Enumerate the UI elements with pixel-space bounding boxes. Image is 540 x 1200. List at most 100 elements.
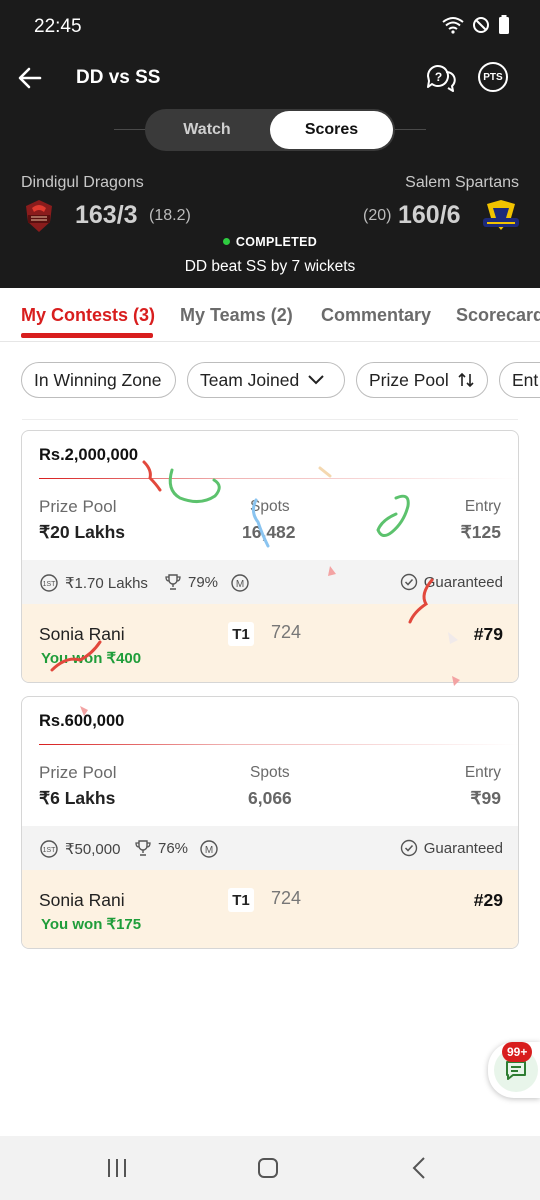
home-icon[interactable] xyxy=(256,1156,280,1180)
spots-label: Spots xyxy=(250,764,290,781)
system-nav-bar xyxy=(0,1136,540,1200)
team-left-score: 163/3 xyxy=(75,201,138,229)
chevron-down-icon xyxy=(308,375,324,385)
salem-spartans-logo xyxy=(483,200,519,230)
user-rank: #79 xyxy=(473,624,503,644)
recent-apps-icon[interactable] xyxy=(105,1156,129,1180)
section-divider xyxy=(22,419,518,420)
team-left-overs: (18.2) xyxy=(149,207,191,224)
back-arrow-icon[interactable] xyxy=(14,62,46,94)
user-name: Sonia Rani xyxy=(39,624,125,644)
filter-label: Prize Pool xyxy=(369,369,449,390)
check-circle-icon xyxy=(400,573,417,591)
team-right-score: 160/6 xyxy=(398,201,461,229)
check-circle-icon xyxy=(400,839,417,857)
status-time: 22:45 xyxy=(34,16,82,37)
svg-text:1ST: 1ST xyxy=(43,847,57,854)
filter-team-joined[interactable]: Team Joined xyxy=(187,362,345,398)
wifi-icon xyxy=(442,17,464,34)
status-icons xyxy=(442,15,510,35)
guaranteed-label: Guaranteed xyxy=(423,573,503,591)
user-winnings: You won ₹400 xyxy=(41,650,142,667)
contest-title: Rs.600,000 xyxy=(39,712,125,730)
battery-icon xyxy=(499,15,509,34)
match-status: COMPLETED xyxy=(0,235,540,249)
team-right-overs: (20) xyxy=(363,207,392,224)
filter-label: In Winning Zone xyxy=(34,369,162,390)
contest-title: Rs.2,000,000 xyxy=(39,446,139,464)
user-entry-row[interactable]: Sonia Rani You won ₹175 T1 724 #29 xyxy=(22,870,518,948)
svg-text:?: ? xyxy=(435,70,442,84)
user-points: 724 xyxy=(271,622,302,642)
prize-pool-label: Prize Pool xyxy=(39,763,117,782)
filter-label: Team Joined xyxy=(200,369,300,390)
first-prize-value: ₹50,000 xyxy=(65,841,121,858)
spots-label: Spots xyxy=(250,498,290,515)
team-badge: T1 xyxy=(228,622,254,646)
first-place-icon: 1ST xyxy=(40,840,58,858)
active-tab-indicator xyxy=(21,333,153,338)
contest-info-strip: 1ST ₹1.70 Lakhs 79% M Guaranteed xyxy=(22,560,518,604)
user-winnings: You won ₹175 xyxy=(41,916,142,933)
status-bar: 22:45 xyxy=(0,0,540,52)
guaranteed-badge: Guaranteed xyxy=(400,573,503,591)
do-not-disturb-icon xyxy=(473,17,489,33)
entry-label: Entry xyxy=(464,498,501,515)
first-prize: 1ST ₹50,000 xyxy=(39,839,120,859)
multi-entry-icon: M xyxy=(231,574,249,592)
match-status-text: COMPLETED xyxy=(235,235,318,249)
sort-arrows-icon xyxy=(458,372,474,388)
entry-value: ₹99 xyxy=(470,788,501,808)
win-percentage-value: 79% xyxy=(188,573,219,591)
contest-card[interactable]: Rs.600,000 Prize Pool ₹6 Lakhs Spots 6,0… xyxy=(21,696,519,949)
svg-text:1ST: 1ST xyxy=(43,581,57,588)
first-prize: 1ST ₹1.70 Lakhs xyxy=(39,573,148,593)
contest-card[interactable]: Rs.2,000,000 Prize Pool ₹20 Lakhs Spots … xyxy=(21,430,519,683)
trophy-icon xyxy=(165,574,181,590)
help-chat-icon[interactable]: ? xyxy=(424,62,456,94)
spots-value: 6,066 xyxy=(248,788,292,808)
filter-in-winning-zone[interactable]: In Winning Zone xyxy=(21,362,176,398)
user-rank: #29 xyxy=(473,890,503,910)
filter-entry[interactable]: Ent xyxy=(499,362,540,398)
win-percentage: 79% xyxy=(164,573,218,591)
team-left-name: Dindigul Dragons xyxy=(21,174,144,191)
dindigul-dragons-logo xyxy=(26,200,52,232)
title-underline xyxy=(39,744,518,745)
multi-entry-letter: M xyxy=(205,845,213,856)
chat-unread-badge: 99+ xyxy=(502,1042,533,1062)
points-table-button[interactable]: PTS xyxy=(478,62,508,92)
entry-value: ₹125 xyxy=(460,522,501,542)
win-percentage-value: 76% xyxy=(158,839,189,857)
tab-scorecard[interactable]: Scorecard xyxy=(456,305,540,326)
match-result: DD beat SS by 7 wickets xyxy=(184,258,356,275)
user-entry-row[interactable]: Sonia Rani You won ₹400 T1 724 #79 xyxy=(22,604,518,682)
watch-toggle-option[interactable]: Watch xyxy=(145,109,269,151)
trophy-icon xyxy=(135,840,151,856)
tab-commentary[interactable]: Commentary xyxy=(321,305,431,326)
guaranteed-label: Guaranteed xyxy=(423,839,503,857)
prize-pool-value: ₹20 Lakhs xyxy=(39,522,126,542)
watch-scores-toggle: Watch Scores xyxy=(145,109,395,151)
multi-entry-letter: M xyxy=(236,579,244,590)
guaranteed-badge: Guaranteed xyxy=(400,839,503,857)
first-prize-value: ₹1.70 Lakhs xyxy=(65,575,148,592)
match-title: DD vs SS xyxy=(76,67,161,88)
user-name: Sonia Rani xyxy=(39,890,125,910)
title-underline xyxy=(39,478,518,479)
scores-toggle-option[interactable]: Scores xyxy=(270,111,393,149)
nav-row: DD vs SS ? PTS xyxy=(0,58,540,98)
filter-label: Ent xyxy=(512,369,539,390)
tab-my-contests[interactable]: My Contests (3) xyxy=(21,305,155,326)
team-badge: T1 xyxy=(228,888,254,912)
tab-my-teams[interactable]: My Teams (2) xyxy=(180,305,293,326)
spots-value: 16,482 xyxy=(242,522,296,542)
filter-prize-pool[interactable]: Prize Pool xyxy=(356,362,488,398)
multi-entry-icon: M xyxy=(200,840,218,858)
team-right-name: Salem Spartans xyxy=(405,174,519,191)
system-back-icon[interactable] xyxy=(408,1156,432,1180)
contest-info-strip: 1ST ₹50,000 76% M Guaranteed xyxy=(22,826,518,870)
user-points: 724 xyxy=(271,888,302,908)
entry-label: Entry xyxy=(464,764,501,781)
first-place-icon: 1ST xyxy=(40,574,58,592)
